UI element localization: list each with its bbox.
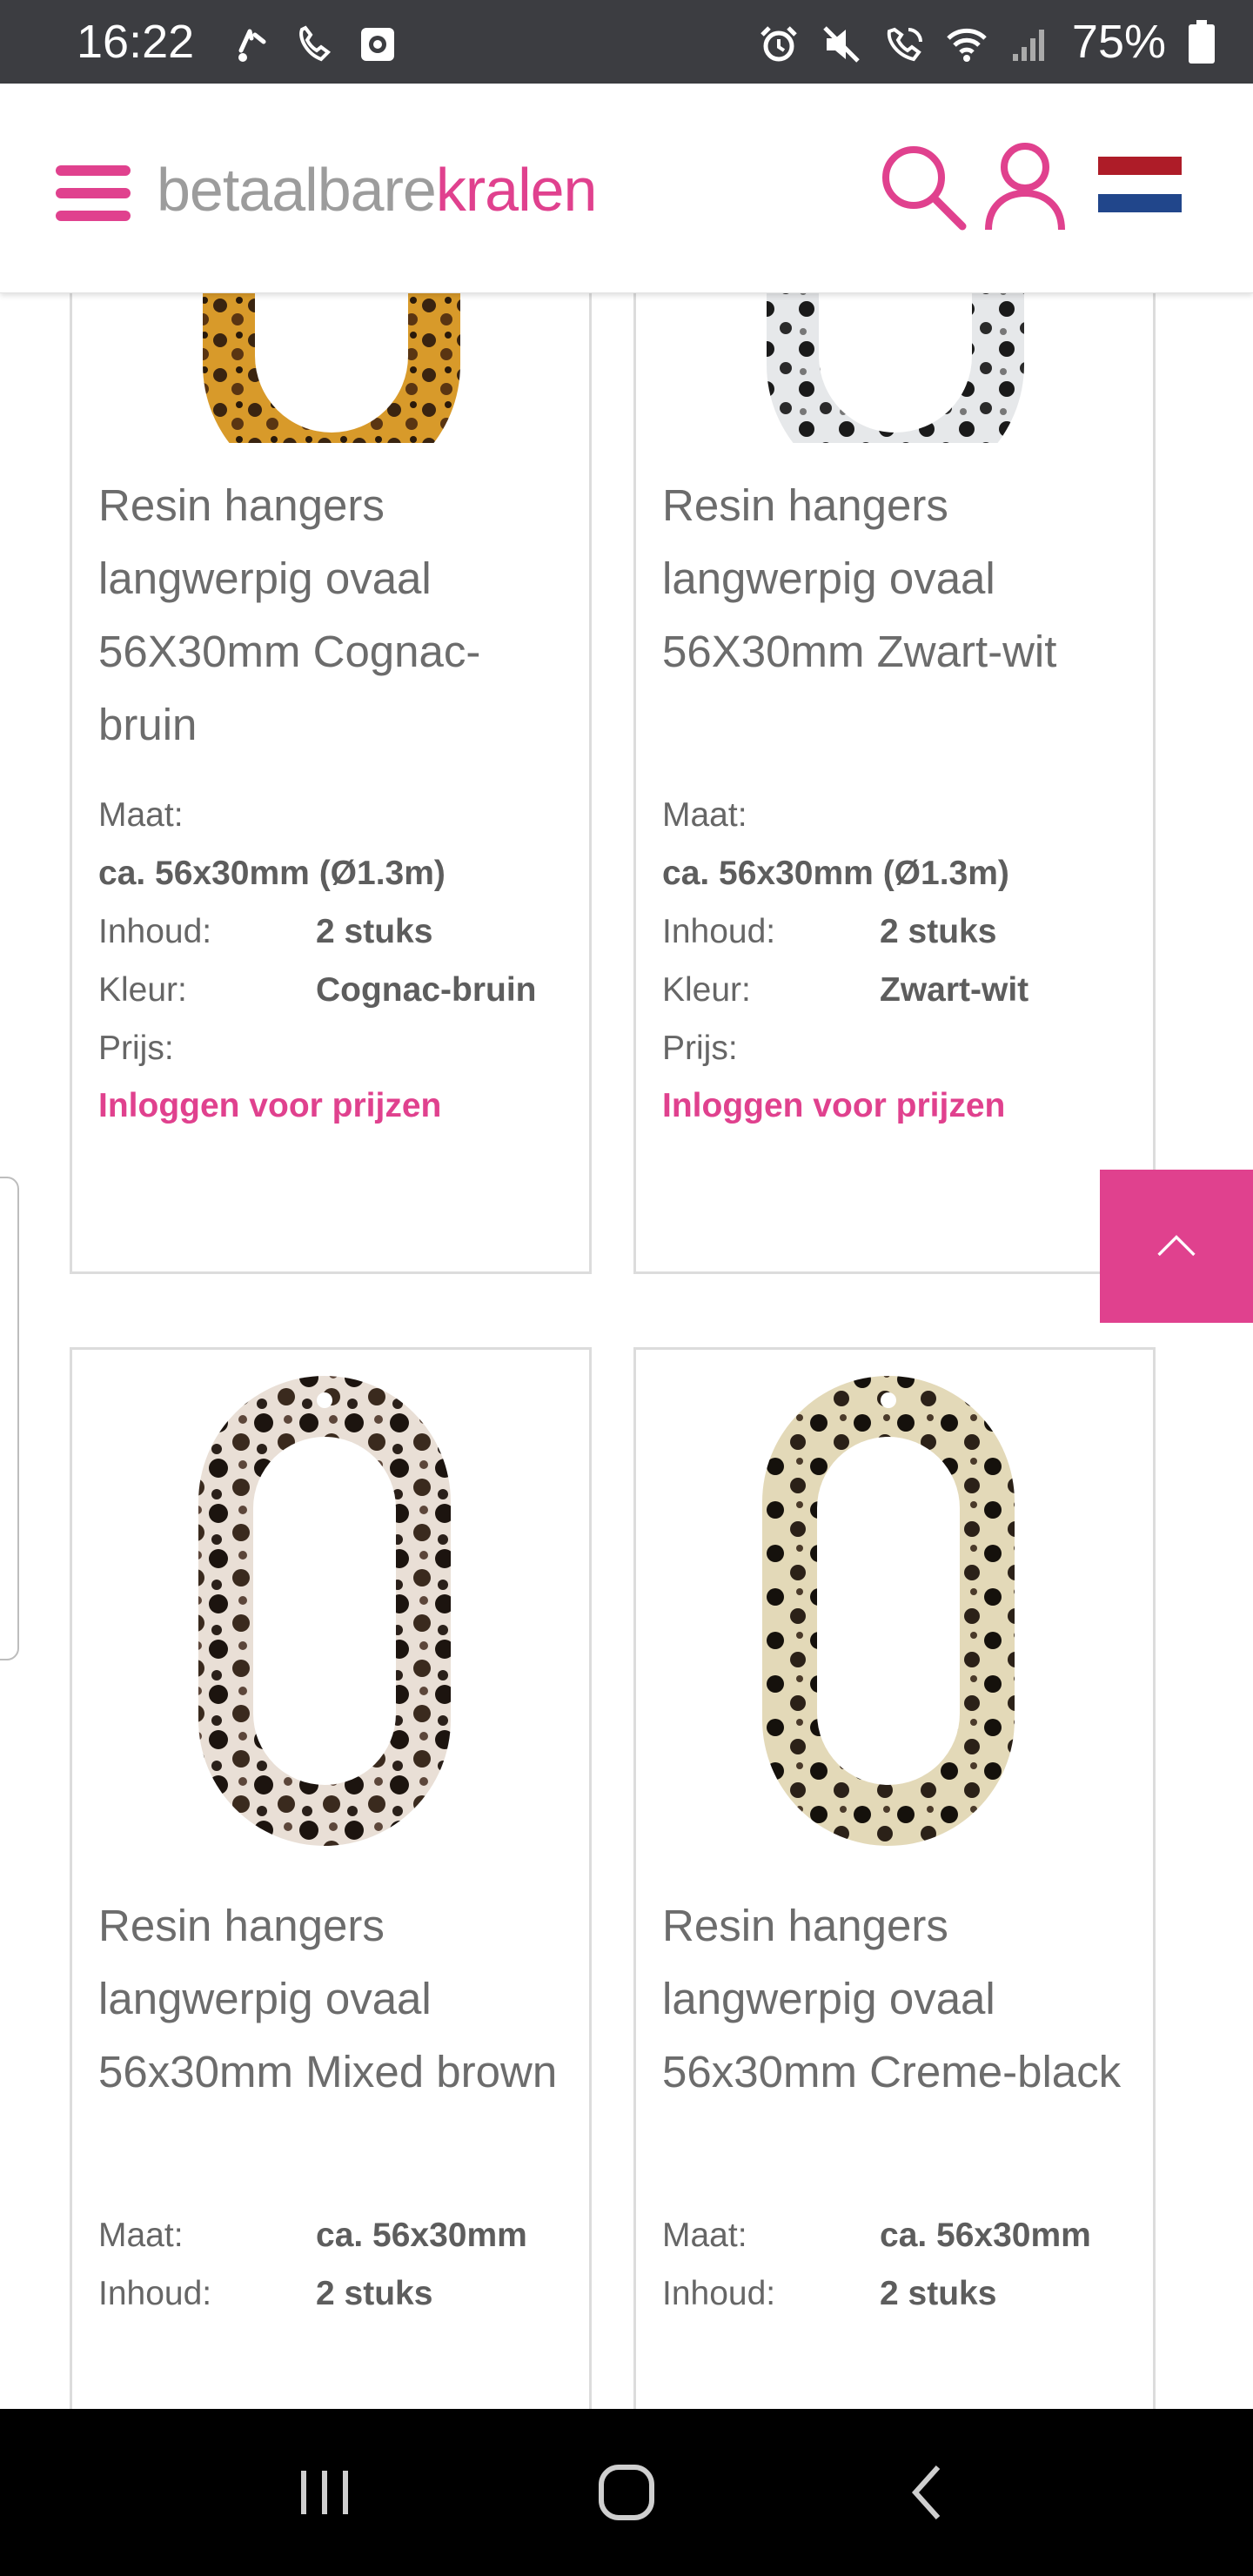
user-icon[interactable] [983,141,1067,231]
product-title[interactable]: Resin hangers langwerpig ovaal 56X30mm Z… [662,469,1132,688]
recent-apps-icon[interactable] [285,2453,364,2532]
netherlands-flag-icon[interactable] [1098,157,1182,212]
search-icon[interactable] [877,141,968,231]
battery-icon [1189,20,1215,64]
product-card[interactable]: Resin hangers langwerpig ovaal 56X30mm Z… [633,292,1156,1274]
contents-label: Inhoud: [662,913,776,950]
signal-icon [1009,22,1049,62]
color-value: Cognac-bruin [316,971,537,1009]
product-grid: Resin hangers langwerpig ovaal 56X30mm C… [0,292,1253,2409]
size-label: Maat: [662,796,747,834]
product-title[interactable]: Resin hangers langwerpig ovaal 56X30mm C… [98,469,568,761]
system-nav-bar [0,2409,1253,2576]
site-logo[interactable]: betaalbarekralen [157,155,598,225]
contents-row: Inhoud: 2 stuks [98,2264,432,2323]
wifi-calling-icon [884,22,924,62]
size-value: ca. 56x30mm [880,2217,1091,2254]
contents-label: Inhoud: [662,2275,776,2312]
product-image[interactable] [636,292,1153,493]
price-label: Prijs: [662,1030,738,1067]
product-card[interactable]: Resin hangers langwerpig ovaal 56x30mm C… [633,1347,1156,2409]
contents-value: 2 stuks [880,2275,997,2312]
screen-recorder-icon [358,22,398,62]
product-image[interactable] [72,292,589,493]
product-title[interactable]: Resin hangers langwerpig ovaal 56x30mm M… [98,1889,568,2109]
product-image[interactable] [636,1367,1153,1855]
color-label: Kleur: [98,971,187,1009]
size-label: Maat: [662,2217,747,2254]
contents-row: Inhoud: 2 stuks [662,902,996,961]
color-label: Kleur: [662,971,751,1009]
product-card[interactable]: Resin hangers langwerpig ovaal 56X30mm C… [70,292,592,1274]
contents-row: Inhoud: 2 stuks [98,902,432,961]
size-row: Maat: ca. 56x30mm [98,2206,527,2264]
back-icon[interactable] [889,2453,968,2532]
menu-icon[interactable] [56,165,131,221]
battery-percentage: 75% [1071,16,1166,68]
product-image[interactable] [72,1367,589,1855]
scroll-to-top-button[interactable] [1100,1170,1253,1323]
logo-text-part2: kralen [435,156,598,224]
wifi-icon [947,22,987,62]
login-for-prices-link[interactable]: Inloggen voor prijzen [662,1087,1005,1125]
color-value: Zwart-wit [880,971,1029,1009]
alarm-icon [759,22,799,62]
contents-label: Inhoud: [98,913,212,950]
contents-label: Inhoud: [98,2275,212,2312]
status-bar: 16:22 75% [0,0,1253,84]
size-row: Maat: ca. 56x30mm [662,2206,1091,2264]
product-title[interactable]: Resin hangers langwerpig ovaal 56x30mm C… [662,1889,1132,2109]
site-header: betaalbarekralen [0,84,1253,293]
mute-icon [821,22,861,63]
contents-value: 2 stuks [316,2275,433,2312]
size-label: Maat: [98,796,184,834]
missed-call-icon [232,22,272,62]
contents-row: Inhoud: 2 stuks [662,2264,996,2323]
color-row: Kleur: Zwart-wit [662,961,1029,1019]
side-drawer-handle[interactable] [0,1177,19,1660]
price-label: Prijs: [98,1030,174,1067]
login-for-prices-link[interactable]: Inloggen voor prijzen [98,1087,441,1125]
chevron-up-icon [1154,1230,1199,1264]
color-row: Kleur: Cognac-bruin [98,961,536,1019]
home-icon[interactable] [587,2453,666,2532]
size-value: ca. 56x30mm (Ø1.3m) [98,855,446,892]
status-time: 16:22 [77,16,195,68]
logo-text-part1: betaalbare [157,156,437,224]
contents-value: 2 stuks [880,913,997,950]
size-value: ca. 56x30mm (Ø1.3m) [662,855,1009,892]
voicemail-icon [295,22,335,62]
size-value: ca. 56x30mm [316,2217,527,2254]
size-label: Maat: [98,2217,184,2254]
contents-value: 2 stuks [316,913,433,950]
product-card[interactable]: Resin hangers langwerpig ovaal 56x30mm M… [70,1347,592,2409]
